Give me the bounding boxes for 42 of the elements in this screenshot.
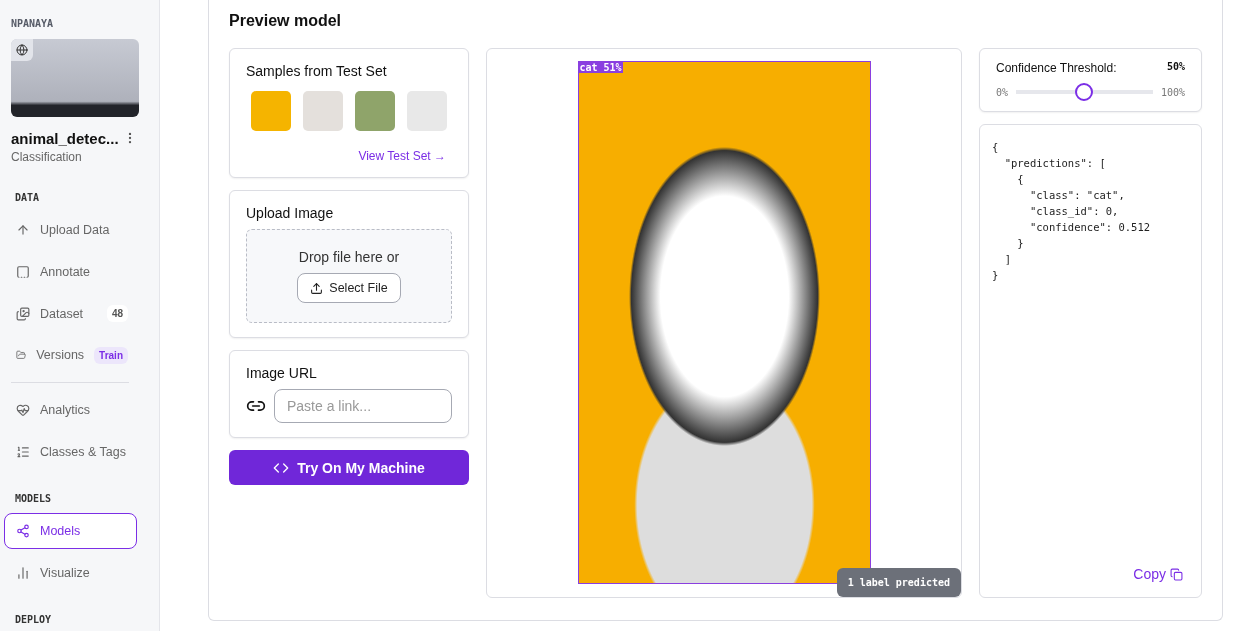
- project-type: Classification: [11, 149, 83, 164]
- view-test-set-link[interactable]: View Test Set →: [246, 149, 446, 163]
- select-file-button[interactable]: Select File: [297, 273, 401, 303]
- nav-label: Annotate: [40, 264, 91, 279]
- slider-max: 100%: [1160, 86, 1185, 98]
- section-title: MODELS: [15, 493, 53, 505]
- nav-item[interactable]: Annotate: [4, 253, 137, 290]
- nav-item[interactable]: Upload Data: [4, 211, 137, 248]
- count-badge: 48: [106, 305, 128, 323]
- nav-item[interactable]: Dataset 48: [4, 295, 137, 332]
- nav-label: Versions: [36, 348, 85, 363]
- section-title: DATA: [15, 191, 41, 203]
- slider-min: 0%: [996, 86, 1009, 98]
- nav-label: Dataset: [40, 306, 84, 321]
- box-label: cat 51%: [578, 62, 623, 73]
- nav-item[interactable]: Classes & Tags: [4, 434, 137, 471]
- try-on-machine-button[interactable]: Try On My Machine: [229, 450, 469, 485]
- nav-label: Models: [40, 524, 81, 539]
- threshold-label: Confidence Threshold:: [996, 61, 1117, 75]
- status-badge: 1 label predicted: [836, 568, 961, 597]
- json-output: { "predictions": [ { "class": "cat", "class_id": 0, "confidence": 0.512 } ] }: [992, 140, 1152, 283]
- nav-label: Analytics: [40, 403, 91, 418]
- threshold-value: 50%: [1166, 61, 1185, 74]
- drop-text: Drop file here or: [298, 249, 400, 265]
- nav-item[interactable]: Versions Train: [4, 337, 137, 374]
- panel-title: Image URL: [246, 365, 318, 381]
- tag: Train: [94, 346, 128, 364]
- nav-label: Visualize: [40, 566, 90, 581]
- nav-label: Upload Data: [40, 222, 110, 237]
- project-name: animal_detec...: [11, 129, 119, 147]
- workspace-name: NPANAYA: [11, 18, 55, 29]
- nav-item[interactable]: Analytics: [4, 392, 137, 429]
- nav-item[interactable]: Visualize: [4, 555, 137, 592]
- panel-title: Samples from Test Set: [246, 63, 388, 79]
- copy-button[interactable]: Copy: [1127, 565, 1189, 583]
- section-title: DEPLOY: [15, 614, 53, 626]
- nav-label: Classes & Tags: [40, 445, 126, 460]
- panel-title: Upload Image: [246, 205, 335, 221]
- nav-item[interactable]: Models: [4, 513, 137, 550]
- drop-zone[interactable]: Drop file here or Select File: [246, 229, 452, 323]
- url-input[interactable]: Paste a link...: [274, 389, 452, 423]
- page-title: Preview model: [229, 12, 343, 30]
